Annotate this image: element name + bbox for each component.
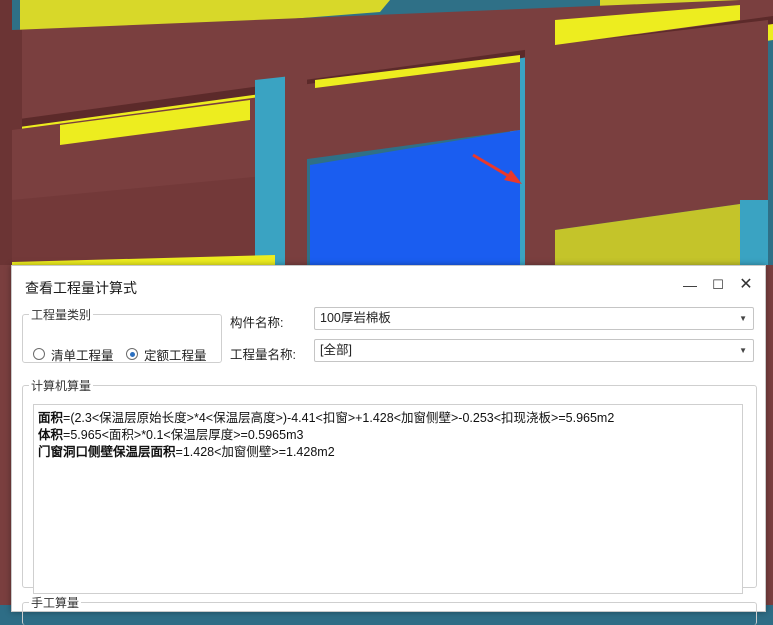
- component-name-value: 100厚岩棉板: [320, 311, 391, 325]
- component-name-select[interactable]: 100厚岩棉板 ▼: [314, 307, 754, 330]
- radio-quota-quantity[interactable]: 定额工程量: [126, 345, 207, 363]
- dropdown-arrow-icon: ▼: [739, 314, 747, 323]
- radio-checked-icon: [126, 348, 138, 360]
- radio-unchecked-icon: [33, 348, 45, 360]
- computer-calc-group: 计算机算量 面积=(2.3<保温层原始长度>*4<保温层高度>)-4.41<扣窗…: [22, 377, 757, 594]
- manual-calc-group: 手工算量: [22, 594, 757, 625]
- quantity-name-value: [全部]: [320, 343, 352, 357]
- formula-line-volume: 体积=5.965<面积>*0.1<保温层厚度>=0.5965m3: [38, 428, 304, 442]
- maximize-icon[interactable]: ☐: [706, 274, 730, 296]
- close-icon[interactable]: ✕: [734, 274, 758, 296]
- quantity-name-label: 工程量名称:: [230, 348, 296, 362]
- radio-bill-quantity-label: 清单工程量: [51, 348, 114, 363]
- computer-calc-textarea[interactable]: 面积=(2.3<保温层原始长度>*4<保温层高度>)-4.41<扣窗>+1.42…: [33, 404, 743, 594]
- minimize-icon[interactable]: —: [678, 274, 702, 296]
- dialog-titlebar[interactable]: 查看工程量计算式 — ☐ ✕: [12, 266, 765, 306]
- radio-bill-quantity[interactable]: 清单工程量: [33, 345, 114, 363]
- quantity-type-legend: 工程量类别: [31, 308, 92, 322]
- computer-calc-legend: 计算机算量: [31, 379, 92, 393]
- manual-calc-legend: 手工算量: [31, 596, 80, 610]
- quantity-formula-dialog: 查看工程量计算式 — ☐ ✕ 工程量类别 清单工程量 定额工程量 构件名称: 1…: [11, 265, 766, 625]
- dropdown-arrow-icon: ▼: [739, 346, 747, 355]
- formula-line-area: 面积=(2.3<保温层原始长度>*4<保温层高度>)-4.41<扣窗>+1.42…: [38, 411, 615, 425]
- dialog-title: 查看工程量计算式: [25, 280, 137, 296]
- quantity-name-select[interactable]: [全部] ▼: [314, 339, 754, 362]
- formula-line-opening-sidewall: 门窗洞口侧壁保温层面积=1.428<加窗侧壁>=1.428m2: [38, 445, 335, 459]
- quantity-type-group: 工程量类别 清单工程量 定额工程量: [22, 306, 222, 363]
- radio-quota-quantity-label: 定额工程量: [144, 348, 207, 363]
- component-name-label: 构件名称:: [230, 316, 284, 330]
